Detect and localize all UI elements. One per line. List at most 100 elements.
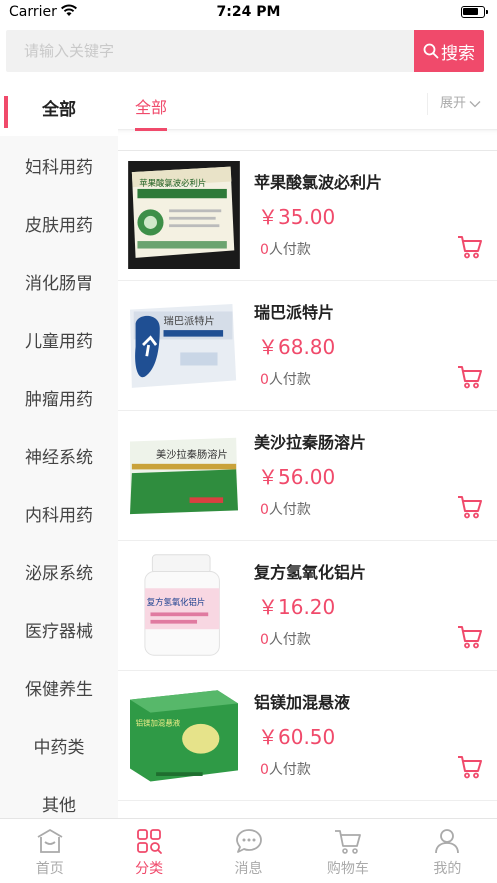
chevron-down-icon bbox=[469, 101, 481, 108]
svg-text:铝镁加混悬液: 铝镁加混悬液 bbox=[136, 718, 181, 728]
tab-cart-label: 购物车 bbox=[326, 861, 369, 877]
buyers-count-label: 人付款 bbox=[268, 762, 311, 778]
add-to-cart-icon[interactable] bbox=[457, 235, 483, 259]
tab-category-label: 分类 bbox=[135, 861, 164, 877]
sidebar-item-label: 内科用药 bbox=[25, 505, 93, 526]
app-screen: Carrier 7:24 PM 搜索 全部 妇科用药 皮肤用药 消化肠胃 儿童用… bbox=[0, 0, 497, 883]
tab-home-label: 首页 bbox=[35, 861, 64, 877]
product-price: ￥68.80 bbox=[258, 335, 336, 359]
sidebar-item-label: 医疗器械 bbox=[25, 621, 93, 642]
product-panel: 全部 展开 苹果酸氯波必利片 苹果酸氯波必利片 ￥35.00 0人付款 瑞巴派特… bbox=[118, 78, 497, 818]
product-name[interactable]: 美沙拉秦肠溶片 bbox=[254, 429, 366, 453]
status-time: 7:24 PM bbox=[216, 4, 281, 20]
buyers-count: 0人付款 bbox=[260, 369, 311, 389]
tab-home[interactable]: 首页 bbox=[0, 819, 99, 883]
product-image[interactable]: 美沙拉秦肠溶片 bbox=[124, 421, 244, 529]
sidebar-item-label: 全部 bbox=[42, 99, 76, 120]
sidebar-item-children[interactable]: 儿童用药 bbox=[0, 310, 118, 368]
tab-cart[interactable]: 购物车 bbox=[298, 819, 397, 883]
sidebar-item-health[interactable]: 保健养生 bbox=[0, 658, 118, 716]
sidebar-item-label: 神经系统 bbox=[25, 447, 93, 468]
tab-profile-label: 我的 bbox=[433, 861, 462, 877]
filter-tabs: 全部 展开 bbox=[118, 78, 497, 131]
svg-text:美沙拉秦肠溶片: 美沙拉秦肠溶片 bbox=[156, 448, 228, 461]
buyers-count-label: 人付款 bbox=[268, 242, 311, 258]
product-price: ￥35.00 bbox=[258, 205, 336, 229]
product-name[interactable]: 复方氢氧化铝片 bbox=[254, 559, 366, 583]
product-price: ￥16.20 bbox=[258, 595, 336, 619]
product-name[interactable]: 苹果酸氯波必利片 bbox=[254, 169, 382, 193]
add-to-cart-icon[interactable] bbox=[457, 495, 483, 519]
sidebar-item-internal[interactable]: 内科用药 bbox=[0, 484, 118, 542]
sidebar-item-urinary[interactable]: 泌尿系统 bbox=[0, 542, 118, 600]
buyers-count-label: 人付款 bbox=[268, 502, 311, 518]
buyers-count: 0人付款 bbox=[260, 759, 311, 779]
status-bar: Carrier 7:24 PM bbox=[0, 0, 497, 26]
cart-icon bbox=[334, 830, 361, 854]
product-image[interactable]: 铝镁加混悬液 bbox=[124, 681, 244, 789]
sidebar-item-devices[interactable]: 医疗器械 bbox=[0, 600, 118, 658]
list-top-spacer bbox=[118, 130, 497, 151]
svg-text:复方氢氧化铝片: 复方氢氧化铝片 bbox=[147, 597, 206, 607]
search-bar: 搜索 bbox=[0, 26, 497, 78]
sidebar-item-oncology[interactable]: 肿瘤用药 bbox=[0, 368, 118, 426]
sidebar-item-label: 妇科用药 bbox=[25, 157, 93, 178]
sidebar-item-digestive[interactable]: 消化肠胃 bbox=[0, 252, 118, 310]
product-item[interactable]: 复方氢氧化铝片 复方氢氧化铝片 ￥16.20 0人付款 bbox=[118, 541, 497, 671]
buyers-count-number: 0 bbox=[260, 242, 269, 258]
svg-text:瑞巴派特片: 瑞巴派特片 bbox=[164, 315, 215, 328]
sidebar-item-label: 其他 bbox=[42, 795, 76, 816]
battery-icon bbox=[461, 6, 488, 18]
product-price: ￥56.00 bbox=[258, 465, 336, 489]
tab-messages-label: 消息 bbox=[234, 861, 263, 877]
search-button-label: 搜索 bbox=[441, 43, 475, 64]
product-image[interactable]: 苹果酸氯波必利片 bbox=[124, 161, 244, 269]
buyers-count: 0人付款 bbox=[260, 239, 311, 259]
category-icon bbox=[137, 829, 163, 854]
expand-label: 展开 bbox=[439, 96, 466, 111]
buyers-count-number: 0 bbox=[260, 502, 269, 518]
sidebar-item-label: 肿瘤用药 bbox=[25, 389, 93, 410]
product-item[interactable]: 美沙拉秦肠溶片 美沙拉秦肠溶片 ￥56.00 0人付款 bbox=[118, 411, 497, 541]
tab-all[interactable]: 全部 bbox=[135, 94, 168, 131]
tab-profile[interactable]: 我的 bbox=[398, 819, 497, 883]
buyers-count-number: 0 bbox=[260, 372, 269, 388]
product-item[interactable]: 苹果酸氯波必利片 苹果酸氯波必利片 ￥35.00 0人付款 bbox=[118, 151, 497, 281]
add-to-cart-icon[interactable] bbox=[457, 365, 483, 389]
product-name[interactable]: 瑞巴派特片 bbox=[254, 299, 334, 323]
sidebar-item-nervous[interactable]: 神经系统 bbox=[0, 426, 118, 484]
tab-messages[interactable]: 消息 bbox=[199, 819, 298, 883]
user-icon bbox=[435, 829, 460, 854]
sidebar-item-label: 中药类 bbox=[33, 737, 85, 758]
home-icon bbox=[37, 829, 63, 853]
buyers-count-label: 人付款 bbox=[268, 372, 311, 388]
sidebar-item-label: 消化肠胃 bbox=[25, 273, 93, 294]
product-name[interactable]: 铝镁加混悬液 bbox=[254, 689, 350, 713]
add-to-cart-icon[interactable] bbox=[457, 755, 483, 779]
tab-category[interactable]: 分类 bbox=[99, 819, 198, 883]
sidebar-item-skin[interactable]: 皮肤用药 bbox=[0, 194, 118, 252]
sidebar-item-label: 保健养生 bbox=[25, 679, 93, 700]
product-image[interactable]: 瑞巴派特片 bbox=[124, 291, 244, 399]
sidebar-item-tcm[interactable]: 中药类 bbox=[0, 716, 118, 774]
search-button[interactable]: 搜索 bbox=[414, 30, 484, 72]
buyers-count-number: 0 bbox=[260, 762, 269, 778]
sidebar-item-gynecology[interactable]: 妇科用药 bbox=[0, 136, 118, 194]
search-icon bbox=[423, 43, 439, 59]
buyers-count: 0人付款 bbox=[260, 629, 311, 649]
search-input[interactable] bbox=[6, 30, 414, 72]
sidebar-item-all[interactable]: 全部 bbox=[0, 78, 118, 136]
buyers-count: 0人付款 bbox=[260, 499, 311, 519]
category-sidebar: 全部 妇科用药 皮肤用药 消化肠胃 儿童用药 肿瘤用药 神经系统 内科用药 泌尿… bbox=[0, 78, 118, 818]
bottom-tab-bar: 首页 分类 消息 购物车 我的 bbox=[0, 818, 497, 883]
product-item[interactable]: 瑞巴派特片 瑞巴派特片 ￥68.80 0人付款 bbox=[118, 281, 497, 411]
product-item[interactable]: 铝镁加混悬液 铝镁加混悬液 ￥60.50 0人付款 bbox=[118, 671, 497, 801]
expand-button[interactable]: 展开 bbox=[426, 93, 481, 115]
product-image[interactable]: 复方氢氧化铝片 bbox=[124, 551, 244, 659]
buyers-count-label: 人付款 bbox=[268, 632, 311, 648]
svg-text:苹果酸氯波必利片: 苹果酸氯波必利片 bbox=[139, 178, 206, 188]
sidebar-item-label: 皮肤用药 bbox=[25, 215, 93, 236]
message-icon bbox=[235, 829, 262, 853]
add-to-cart-icon[interactable] bbox=[457, 625, 483, 649]
product-price: ￥60.50 bbox=[258, 725, 336, 749]
